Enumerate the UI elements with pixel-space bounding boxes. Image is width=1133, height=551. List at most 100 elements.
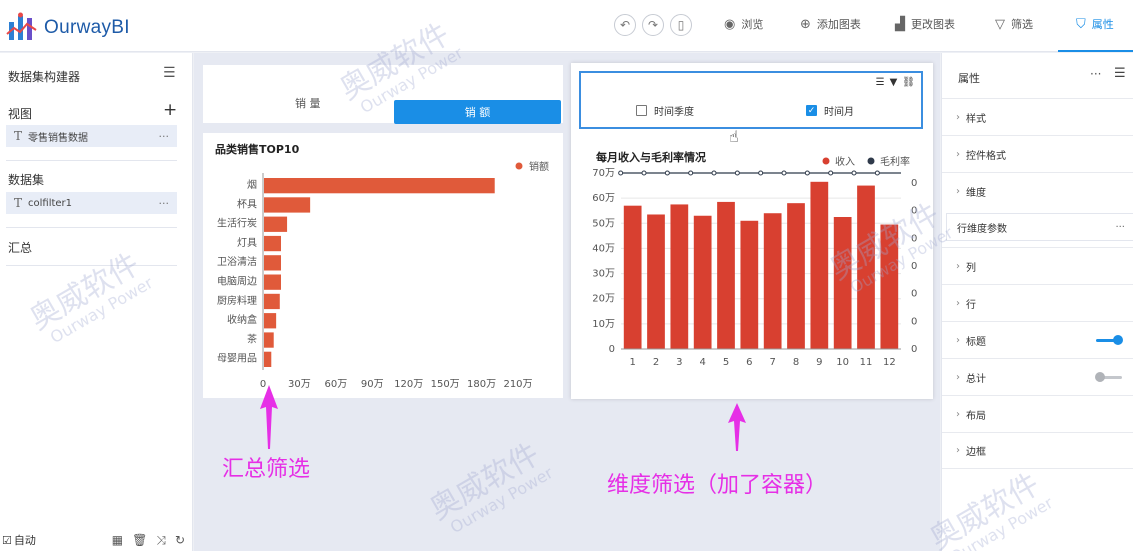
line-point <box>688 170 694 176</box>
quarter-label: 时间季度 <box>654 107 694 118</box>
chevron-right-icon: › <box>956 260 960 272</box>
filter-control[interactable]: ☰ ▼ ⛓ 时间季度 ✓ 时间月 ☝ <box>579 71 923 146</box>
add-chart-button[interactable]: ⊕ 添加图表 <box>800 16 861 32</box>
bar <box>623 205 642 349</box>
bar <box>740 220 759 349</box>
mobile-preview-button[interactable]: ▯ <box>670 14 692 36</box>
bar <box>264 255 281 271</box>
x-tick-label: 180万 <box>467 379 496 390</box>
bar <box>264 332 274 348</box>
prop-row-total[interactable]: › 总计 <box>942 358 1133 395</box>
properties-tab[interactable]: ⛉ 属性 <box>1058 0 1133 52</box>
shuffle-icon[interactable]: ⤨ <box>156 533 166 548</box>
line-point <box>711 170 717 176</box>
divider <box>6 265 177 266</box>
shirt-icon: ⛉ <box>1076 16 1086 32</box>
change-chart-button[interactable]: ▟ 更改图表 <box>895 16 955 32</box>
view-section-label: 视图 <box>8 107 33 121</box>
collapse-panel-icon[interactable]: ☰ <box>163 65 176 81</box>
chevron-right-icon: › <box>956 111 960 123</box>
ourway-logo-icon <box>6 12 40 44</box>
list-icon[interactable]: ☰ <box>876 77 885 88</box>
trash-icon[interactable]: 🗑 <box>132 533 147 548</box>
link-icon[interactable]: ⛓ <box>902 77 915 88</box>
y-tick-label: 30万 <box>592 269 615 280</box>
y2-tick-label: 0 <box>911 233 917 244</box>
auto-label: 自动 <box>13 534 36 547</box>
bar <box>693 215 712 349</box>
brand-logo: OurwayBI <box>6 12 130 44</box>
chevron-right-icon: › <box>956 297 960 309</box>
legend-label: 毛利率 <box>880 155 910 168</box>
more-icon[interactable]: ··· <box>159 130 170 143</box>
month-checkbox[interactable]: ✓ 时间月 <box>806 103 854 118</box>
auto-checkbox-icon[interactable]: ☑ <box>2 534 12 547</box>
checkbox-icon <box>636 105 647 116</box>
more-icon[interactable]: ··· <box>1115 222 1125 233</box>
prop-row-control-format[interactable]: › 控件格式 <box>942 135 1133 172</box>
category-label: 烟 <box>247 178 257 191</box>
row-label: 样式 <box>966 113 986 125</box>
line-point <box>758 170 764 176</box>
filter-label: 筛选 <box>1011 18 1033 31</box>
x-tick-label: 210万 <box>503 379 532 390</box>
prop-row-layout[interactable]: › 布局 <box>942 395 1133 432</box>
bar <box>264 313 277 329</box>
bar <box>763 213 782 349</box>
browse-button[interactable]: ◉ 浏览 <box>724 16 763 32</box>
category-label: 卫浴清洁 <box>217 255 257 268</box>
bar <box>264 274 281 290</box>
calendar-icon[interactable]: ▦ <box>112 533 123 548</box>
row-label: 控件格式 <box>966 150 1006 162</box>
bottom-bar: ☑ 自动 ▦ 🗑 ⤨ ↻ <box>0 529 193 551</box>
undo-button[interactable]: ↶ <box>614 14 636 36</box>
row-label: 总计 <box>966 373 986 385</box>
dataset-builder-panel: 数据集构建器 ☰ 视图 + T 零售销售数据 ··· 数据集 T colfilt… <box>0 53 193 551</box>
sales-qty-toggle[interactable]: 销 量 <box>295 95 321 111</box>
refresh-icon[interactable]: ↻ <box>175 533 185 548</box>
total-toggle[interactable] <box>1095 371 1122 382</box>
report-canvas: 销 量 销 额 品类销售TOP10 销额烟杯具 生活行炭 灯具 卫浴清洁 电脑周边 厨房料… <box>194 53 940 551</box>
title-toggle[interactable] <box>1096 334 1123 345</box>
filter-icon: ▽ <box>995 16 1005 32</box>
view-item[interactable]: T 零售销售数据 ··· <box>6 125 177 147</box>
legend-marker <box>867 157 875 165</box>
add-view-icon[interactable]: + <box>163 100 177 120</box>
bar <box>264 216 288 232</box>
chevron-right-icon: › <box>956 371 960 383</box>
dataset-item-label: colfilter1 <box>28 197 73 209</box>
y2-tick-label: 0 <box>911 316 917 327</box>
text-field-icon: T <box>14 129 23 143</box>
prop-row-style[interactable]: › 样式 <box>942 98 1133 135</box>
more-icon[interactable]: ··· <box>1090 67 1101 81</box>
summary-section-label: 汇总 <box>8 241 33 255</box>
prop-row-title[interactable]: › 标题 <box>942 321 1133 358</box>
prop-row-row[interactable]: › 行 <box>942 284 1133 321</box>
row-label: 列 <box>966 262 976 274</box>
filter-button[interactable]: ▽ 筛选 <box>995 16 1033 32</box>
dataset-item[interactable]: T colfilter1 ··· <box>6 192 177 214</box>
line-point <box>618 170 624 176</box>
line-point <box>781 170 787 176</box>
prop-row-border[interactable]: › 边框 <box>942 432 1133 469</box>
x-tick-label: 150万 <box>431 379 460 390</box>
line-point <box>641 170 647 176</box>
prop-row-dimension[interactable]: › 维度 <box>942 172 1133 209</box>
redo-button[interactable]: ↷ <box>642 14 664 36</box>
x-tick-label: 8 <box>793 357 799 368</box>
collapse-panel-icon[interactable]: ☰ <box>1114 66 1126 81</box>
filter-icon[interactable]: ▼ <box>890 77 898 88</box>
prop-row-column[interactable]: › 列 <box>942 247 1133 284</box>
more-icon[interactable]: ··· <box>159 197 170 210</box>
text-field-icon: T <box>14 196 23 210</box>
quarter-checkbox[interactable]: 时间季度 <box>636 103 694 118</box>
line-point <box>804 170 810 176</box>
bar <box>833 217 852 349</box>
row-label: 边框 <box>966 447 986 458</box>
row-dimension-param[interactable]: 行维度参数 ··· <box>946 213 1133 241</box>
sales-amount-toggle[interactable]: 销 额 <box>394 100 561 124</box>
category-label: 灯具 <box>237 237 257 249</box>
x-tick-label: 10 <box>836 357 849 368</box>
bar <box>264 293 280 310</box>
divider <box>6 160 177 161</box>
